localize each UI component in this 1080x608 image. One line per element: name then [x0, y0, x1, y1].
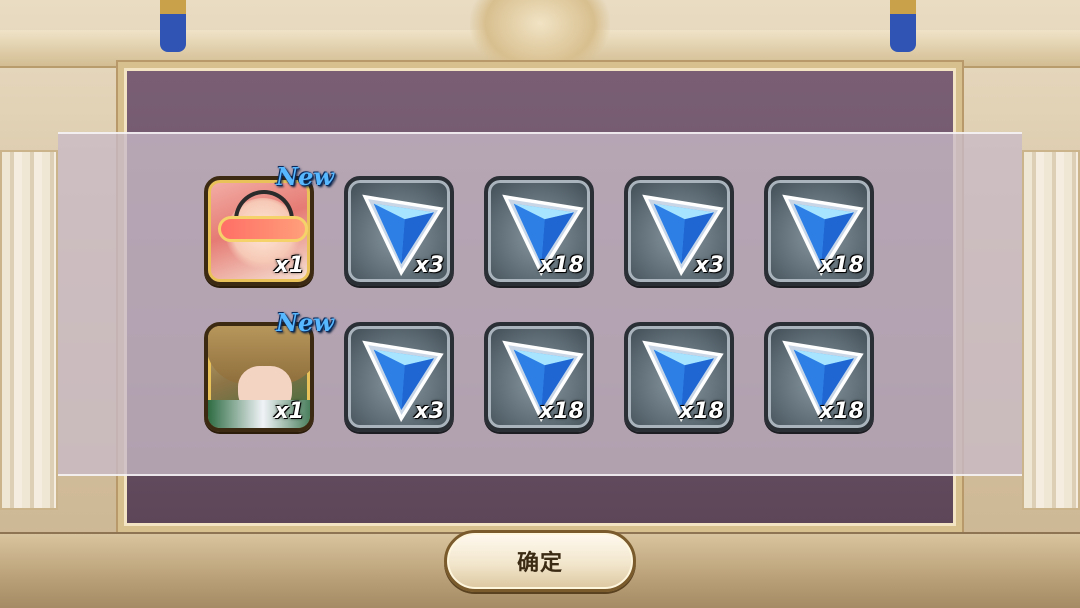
reward-quantity: x18 — [679, 399, 724, 424]
item-tile: x18 — [764, 176, 874, 286]
reward-item-crystal[interactable]: x3 — [344, 322, 456, 434]
item-tile: x3 — [624, 176, 734, 286]
confirm-button[interactable]: 确定 — [444, 530, 636, 592]
item-tile: x3 — [344, 176, 454, 286]
reward-item-character-2[interactable]: x1 New — [204, 308, 334, 434]
character-portrait: x1 — [204, 322, 314, 432]
mask-visor-icon — [218, 216, 308, 242]
reward-item-crystal[interactable]: x18 — [484, 322, 596, 434]
new-badge: New — [276, 308, 334, 337]
reward-quantity: x18 — [539, 399, 584, 424]
reward-item-crystal[interactable]: x3 — [624, 176, 736, 288]
item-tile: x18 — [764, 322, 874, 432]
reward-item-crystal[interactable]: x18 — [764, 176, 876, 288]
reward-item-character-1[interactable]: x1 New — [204, 162, 334, 288]
new-badge: New — [276, 162, 334, 191]
tassel-right-decoration — [890, 0, 916, 52]
item-tile: x18 — [484, 176, 594, 286]
item-tile: x18 — [484, 322, 594, 432]
reward-quantity: x3 — [694, 253, 725, 278]
reward-item-crystal[interactable]: x18 — [484, 176, 596, 288]
reward-item-crystal[interactable]: x18 — [624, 322, 736, 434]
pillar-right — [1022, 150, 1080, 510]
reward-quantity: x18 — [819, 399, 864, 424]
reward-quantity: x1 — [274, 399, 305, 424]
reward-quantity: x18 — [539, 253, 584, 278]
reward-quantity: x3 — [414, 399, 445, 424]
reward-quantity: x3 — [414, 253, 445, 278]
reward-item-crystal[interactable]: x18 — [764, 322, 876, 434]
reward-screen: x1 New x3 x18 x3 x18 x1 New x3 x18 x18 x… — [0, 0, 1080, 608]
pillar-left — [0, 150, 58, 510]
reward-quantity: x1 — [274, 253, 305, 278]
character-portrait: x1 — [204, 176, 314, 286]
item-tile: x18 — [624, 322, 734, 432]
rewards-grid: x1 New x3 x18 x3 x18 x1 New x3 x18 x18 x… — [204, 162, 876, 434]
item-tile: x3 — [344, 322, 454, 432]
reward-item-crystal[interactable]: x3 — [344, 176, 456, 288]
reward-quantity: x18 — [819, 253, 864, 278]
tassel-left-decoration — [160, 0, 186, 52]
